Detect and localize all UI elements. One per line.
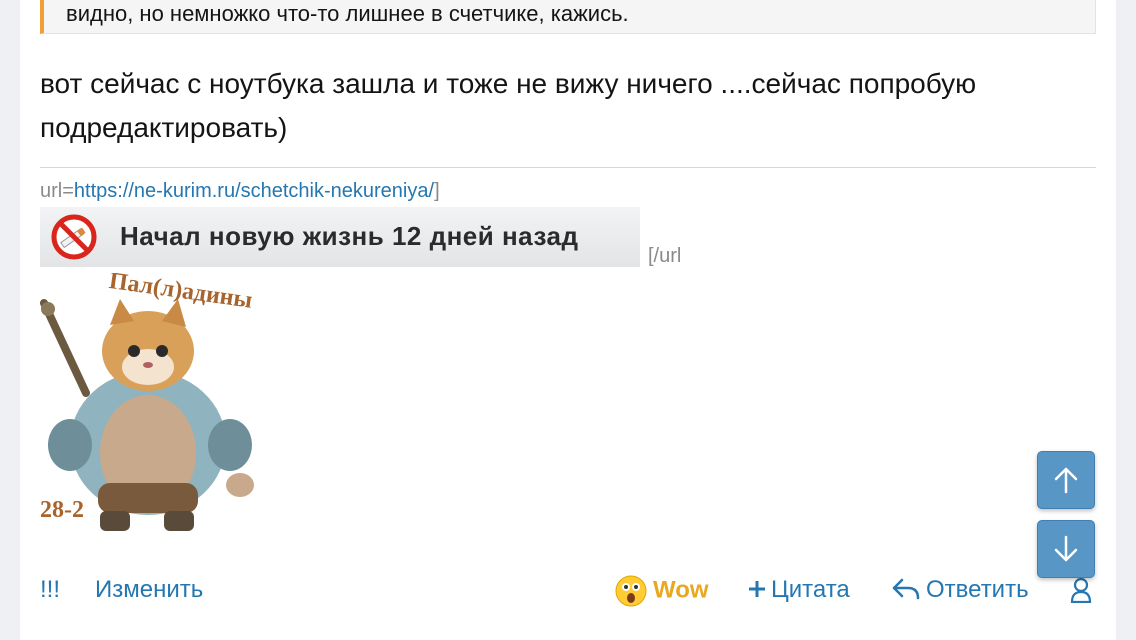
arrow-up-icon xyxy=(1054,467,1078,494)
message-body: вот сейчас с ноутбука зашла и тоже не ви… xyxy=(40,68,977,143)
user-icon xyxy=(1070,577,1092,604)
plus-icon xyxy=(749,581,765,597)
signature-avatar-image: Пал(л)адины 28-2 xyxy=(40,273,254,531)
no-smoking-icon xyxy=(51,214,97,260)
quote-button[interactable]: Цитата xyxy=(747,575,850,605)
scroll-down-button[interactable] xyxy=(1037,520,1095,578)
report-button[interactable]: !!! xyxy=(40,575,60,605)
wow-label: Wow xyxy=(653,576,709,604)
post-container: видно, но немножко что-то лишнее в счетч… xyxy=(20,0,1116,640)
scroll-up-button[interactable] xyxy=(1037,451,1095,509)
url-open-tag: url= xyxy=(40,180,74,202)
counter-text: Начал новую жизнь 12 дней назад xyxy=(120,221,579,251)
signature-url-line: url=https://ne-kurim.ru/schetchik-nekure… xyxy=(40,177,440,205)
url-close-tag: [/url xyxy=(648,245,682,267)
url-bracket: ] xyxy=(434,180,440,202)
reply-button[interactable]: Ответить xyxy=(892,575,1029,605)
astonished-emoji-icon xyxy=(615,575,647,607)
reply-label: Ответить xyxy=(926,576,1029,603)
post-actions-bar: !!! Изменить Wow Цитата Ответить xyxy=(40,565,1100,615)
signature-link[interactable]: https://ne-kurim.ru/schetchik-nekureniya… xyxy=(74,180,434,202)
edit-button[interactable]: Изменить xyxy=(95,575,203,605)
reply-arrow-icon xyxy=(892,578,920,600)
avatar-caption: Пал(л)адины xyxy=(107,273,254,314)
user-button[interactable] xyxy=(1070,577,1092,611)
arrow-down-icon xyxy=(1054,535,1078,562)
quote-block: видно, но немножко что-то лишнее в счетч… xyxy=(40,0,1096,34)
avatar-number: 28-2 xyxy=(40,497,84,523)
wow-reaction-button[interactable]: Wow xyxy=(615,575,709,607)
quote-text: видно, но немножко что-то лишнее в счетч… xyxy=(66,1,629,26)
nonsmoking-counter-banner[interactable]: Начал новую жизнь 12 дней назад xyxy=(40,207,640,267)
signature-divider xyxy=(40,167,1096,168)
quote-label: Цитата xyxy=(771,576,850,603)
